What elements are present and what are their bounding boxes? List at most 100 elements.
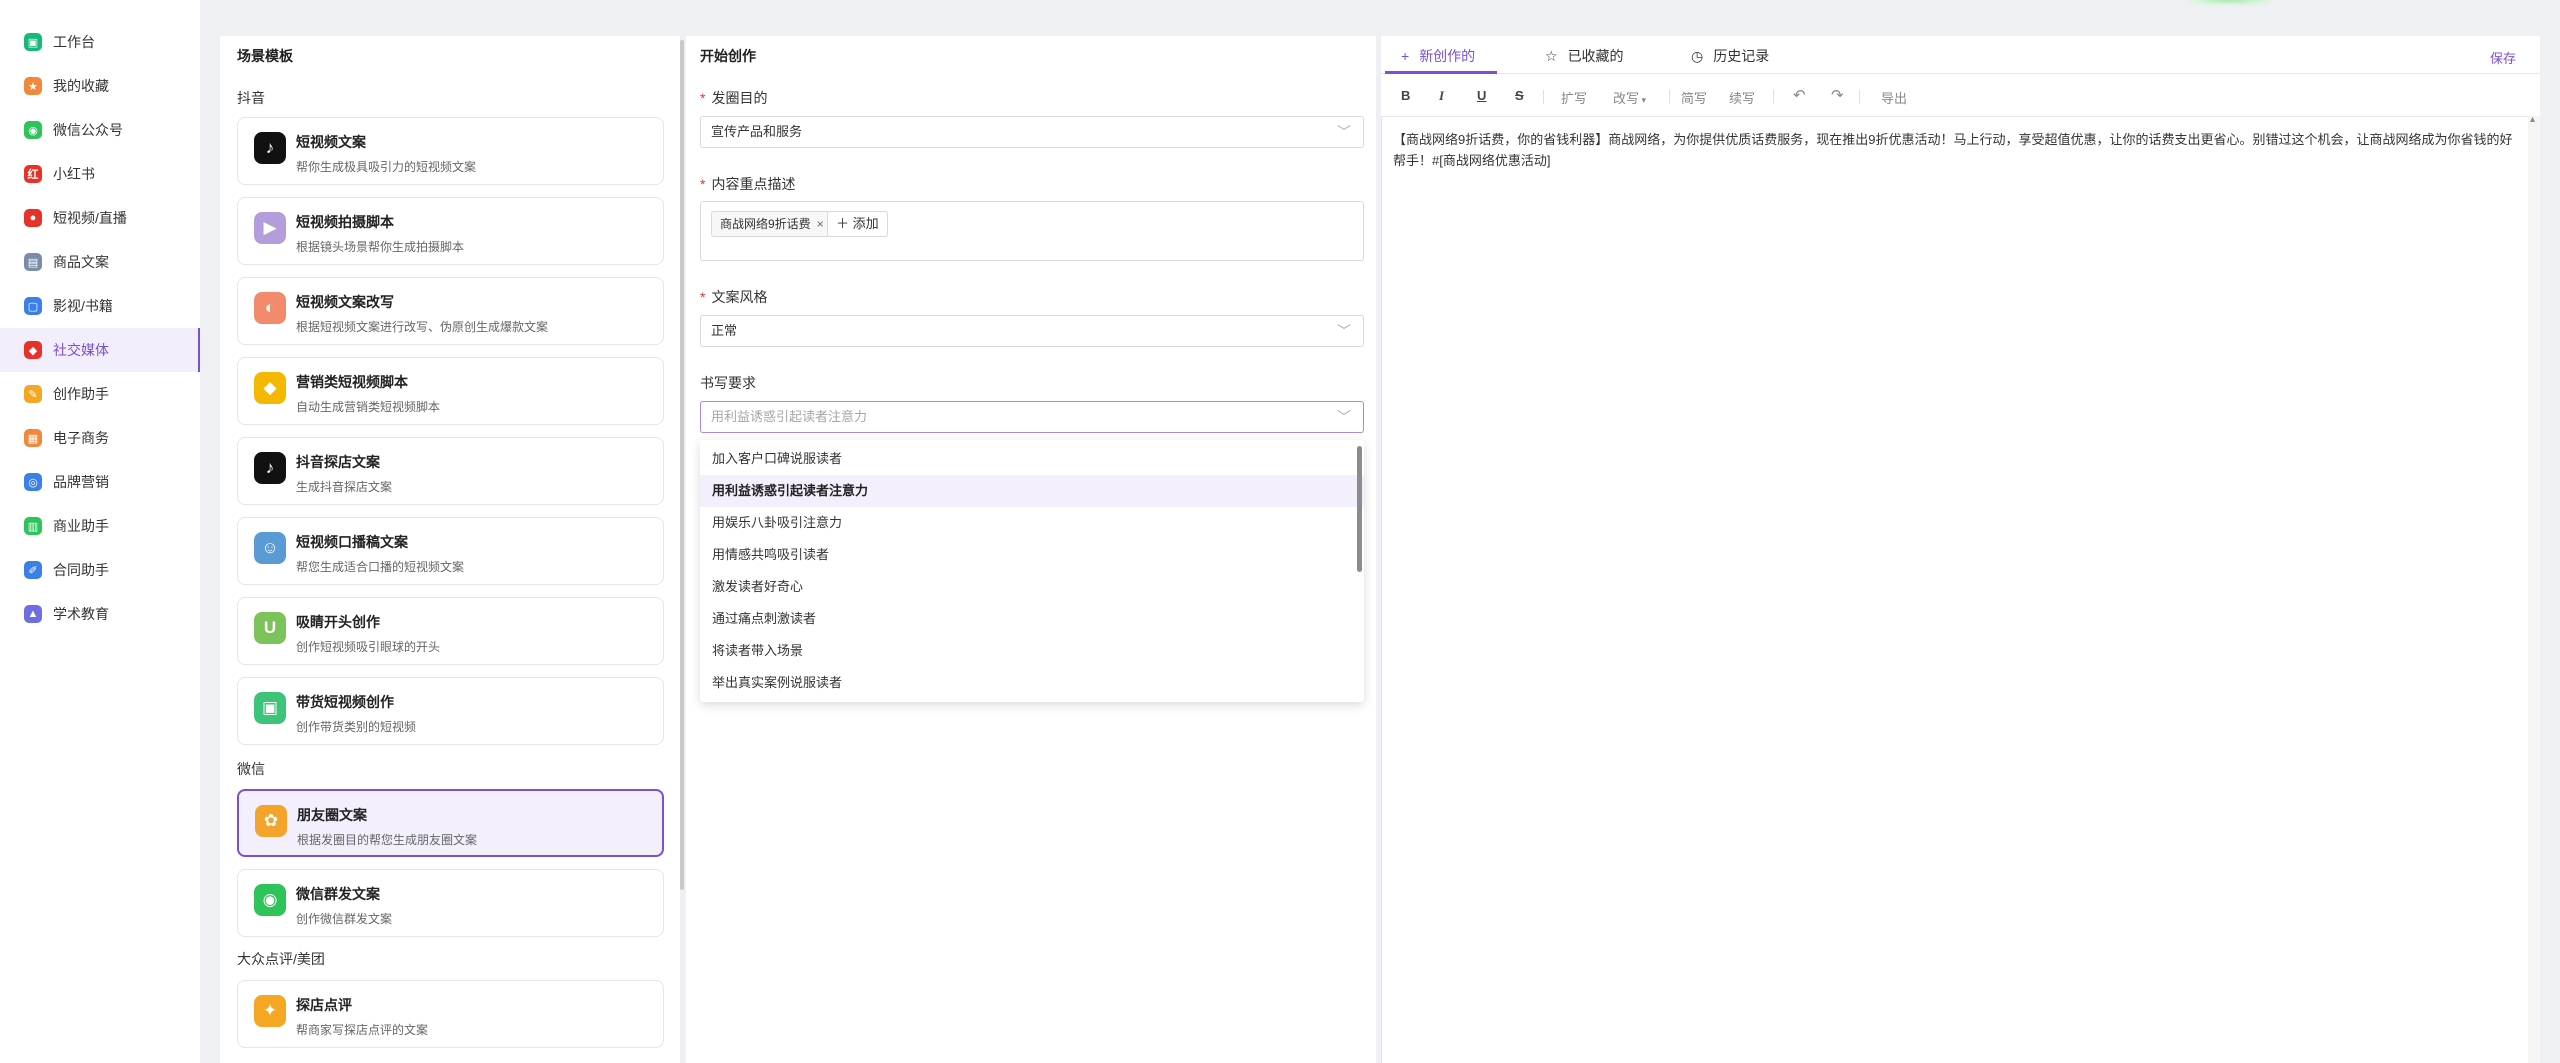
dianping-icon: ✦ — [254, 995, 286, 1027]
undo-icon[interactable]: ↶ — [1793, 86, 1806, 104]
template-card[interactable]: ☺ 短视频口播稿文案 帮您生成适合口播的短视频文案 — [237, 517, 664, 585]
editor-panel: + 新创作的 ☆ 已收藏的 ◷ 历史记录 保存 B I U S 扩写 改写 ▾ 简写 … — [1381, 36, 2540, 1063]
toolbar-divider — [1859, 90, 1860, 104]
tab-new[interactable]: + 新创作的 — [1401, 46, 1475, 66]
export-button[interactable]: 导出 — [1881, 88, 1907, 107]
template-card[interactable]: ✦ 探店点评 帮商家写探店点评的文案 — [237, 980, 664, 1048]
sidebar-item-12[interactable]: ✐ 合同助手 — [0, 548, 200, 592]
sidebar-item-4[interactable]: ● 短视频/直播 — [0, 196, 200, 240]
template-card[interactable]: ♪ 抖音探店文案 生成抖音探店文案 — [237, 437, 664, 505]
sidebar-item-1[interactable]: ★ 我的收藏 — [0, 64, 200, 108]
template-card-desc: 根据发圈目的帮您生成朋友圈文案 — [297, 833, 478, 847]
template-card-desc: 创作带货类别的短视频 — [296, 720, 417, 734]
italic-button[interactable]: I — [1439, 88, 1444, 104]
template-card-desc: 帮你生成极具吸引力的短视频文案 — [296, 160, 477, 174]
underline-button[interactable]: U — [1477, 88, 1486, 103]
content-tag-box[interactable]: 商战网络9折话费 × ＋ 添加 — [700, 201, 1364, 261]
sidebar-item-9[interactable]: ▦ 电子商务 — [0, 416, 200, 460]
chevron-down-icon: ﹀ — [1337, 124, 1351, 140]
rewrite-button[interactable]: 改写 ▾ — [1613, 88, 1646, 107]
scene-scrollbar[interactable] — [680, 40, 684, 890]
section-label-dianping: 大众点评/美团 — [237, 951, 325, 967]
tiktok-icon: ♪ — [254, 132, 286, 164]
sidebar-item-6[interactable]: ▢ 影视/书籍 — [0, 284, 200, 328]
dropdown-option[interactable]: 用利益诱惑引起读者注意力 — [700, 475, 1364, 507]
sidebar-item-label: 短视频/直播 — [53, 210, 127, 226]
sidebar-item-8[interactable]: ✎ 创作助手 — [0, 372, 200, 416]
sidebar-item-5[interactable]: ▤ 商品文案 — [0, 240, 200, 284]
style-select[interactable]: 正常 ﹀ — [700, 315, 1364, 347]
purpose-value: 宣传产品和服务 — [711, 124, 803, 139]
template-card[interactable]: ◐ 短视频文案改写 根据短视频文案进行改写、伪原创生成爆款文案 — [237, 277, 664, 345]
sidebar-item-label: 品牌营销 — [53, 474, 109, 490]
template-card[interactable]: ▣ 带货短视频创作创作带货类别的短视频 — [237, 677, 664, 745]
dropdown-option[interactable]: 激发读者好奇心 — [700, 571, 1364, 603]
template-card-title: 短视频文案 — [296, 134, 366, 150]
bold-button[interactable]: B — [1401, 88, 1410, 103]
sidebar-item-label: 商品文案 — [53, 254, 109, 270]
template-card-desc: 创作短视频吸引眼球的开头 — [296, 640, 441, 654]
section-label-wechat: 微信 — [237, 761, 265, 777]
moments-icon: ✿ — [255, 805, 287, 837]
toolbar-divider — [1773, 90, 1774, 104]
caret-down-icon: ▾ — [1639, 95, 1647, 105]
template-card[interactable]: U 吸睛开头创作 创作短视频吸引眼球的开头 — [237, 597, 664, 665]
sidebar-item-2[interactable]: ◉ 微信公众号 — [0, 108, 200, 152]
add-tag-button[interactable]: ＋ 添加 — [827, 211, 888, 237]
editor-scrollbar[interactable] — [2528, 114, 2540, 1063]
sidebar-item-10[interactable]: ◎ 品牌营销 — [0, 460, 200, 504]
clock-icon: ◷ — [1691, 48, 1704, 64]
fire-icon: ◐ — [254, 292, 286, 324]
star-outline-icon: ☆ — [1545, 48, 1558, 64]
template-card-title: 带货短视频创作 — [296, 694, 394, 710]
requirement-dropdown: 加入客户口碑说服读者 用利益诱惑引起读者注意力 用娱乐八卦吸引注意力 用情感共鸣吸引读… — [700, 440, 1364, 702]
avatar-icon: ☺ — [254, 532, 286, 564]
purpose-select[interactable]: 宣传产品和服务 ﹀ — [700, 116, 1364, 148]
strikethrough-button[interactable]: S — [1515, 88, 1524, 103]
section-label-douyin: 抖音 — [237, 90, 265, 106]
tab-history[interactable]: ◷ 历史记录 — [1691, 46, 1769, 66]
continue-button[interactable]: 续写 — [1729, 88, 1755, 107]
template-card-title: 抖音探店文案 — [296, 454, 380, 470]
shopping-bag-icon: ▣ — [254, 692, 286, 724]
redo-icon[interactable]: ↷ — [1831, 86, 1844, 104]
sidebar-item-label: 创作助手 — [53, 386, 109, 402]
cube-icon: ◆ — [24, 341, 42, 359]
sidebar-item-0[interactable]: ▣ 工作台 — [0, 20, 200, 64]
requirement-select[interactable]: 用利益诱惑引起读者注意力 ﹀ — [700, 401, 1364, 433]
decorative-blob — [2185, 0, 2275, 6]
magnet-icon: U — [254, 612, 286, 644]
dropdown-option[interactable]: 加入客户口碑说服读者 — [700, 443, 1364, 475]
save-button[interactable]: 保存 — [2490, 48, 2516, 67]
template-card[interactable]: ✿ 朋友圈文案根据发圈目的帮您生成朋友圈文案 — [237, 789, 664, 857]
dropdown-option[interactable]: 将读者带入场景 — [700, 635, 1364, 667]
template-card-title: 朋友圈文案 — [297, 807, 367, 823]
scene-templates-panel: 场景模板 抖音 微信 大众点评/美团 ♪ 短视频文案 帮你生成极具吸引力的短视频文案… — [220, 36, 680, 1063]
template-card[interactable]: ◉ 微信群发文案 创作微信群发文案 — [237, 869, 664, 937]
sidebar-item-3[interactable]: 红小红书 — [0, 152, 200, 196]
plus-icon: + — [1401, 48, 1410, 64]
expand-button[interactable]: 扩写 — [1561, 88, 1587, 107]
sidebar-item-11[interactable]: ▥ 商业助手 — [0, 504, 200, 548]
sidebar-item-7[interactable]: ◆ 社交媒体 — [0, 328, 200, 372]
sidebar-item-label: 学术教育 — [53, 606, 109, 622]
dropdown-option[interactable]: 用娱乐八卦吸引注意力 — [700, 507, 1364, 539]
star-icon: ★ — [24, 77, 42, 95]
dropdown-option[interactable]: 举出真实案例说服读者 — [700, 667, 1364, 699]
template-card[interactable]: ▶ 短视频拍摄脚本 根据镜头场景帮你生成拍摄脚本 — [237, 197, 664, 265]
template-card[interactable]: ◆ 营销类短视频脚本 自动生成营销类短视频脚本 — [237, 357, 664, 425]
close-icon[interactable]: × — [817, 217, 824, 231]
live-icon: ● — [24, 209, 42, 227]
template-card-title: 探店点评 — [296, 997, 352, 1013]
notebook-icon: ✎ — [24, 385, 42, 403]
dropdown-option[interactable]: 用情感共鸣吸引读者 — [700, 539, 1364, 571]
editor-content-area[interactable]: 【商战网络9折话费，你的省钱利器】商战网络，为你提供优质话费服务，现在推出9折优… — [1381, 116, 2536, 1063]
form-panel-title: 开始创作 — [700, 48, 756, 64]
dropdown-option[interactable]: 通过痛点刺激读者 — [700, 603, 1364, 635]
tab-favorites[interactable]: ☆ 已收藏的 — [1545, 46, 1624, 66]
sidebar-nav: ▣ 工作台 ★ 我的收藏 ◉ 微信公众号红小红书 ● 短视频/直播 ▤ 商品文案 ▢ 影视/书籍 ◆ 社交… — [0, 0, 200, 1063]
simplify-button[interactable]: 简写 — [1681, 88, 1707, 107]
template-card[interactable]: ♪ 短视频文案帮你生成极具吸引力的短视频文案 — [237, 117, 664, 185]
dropdown-scrollbar[interactable] — [1357, 446, 1362, 572]
sidebar-item-13[interactable]: ▲ 学术教育 — [0, 592, 200, 636]
